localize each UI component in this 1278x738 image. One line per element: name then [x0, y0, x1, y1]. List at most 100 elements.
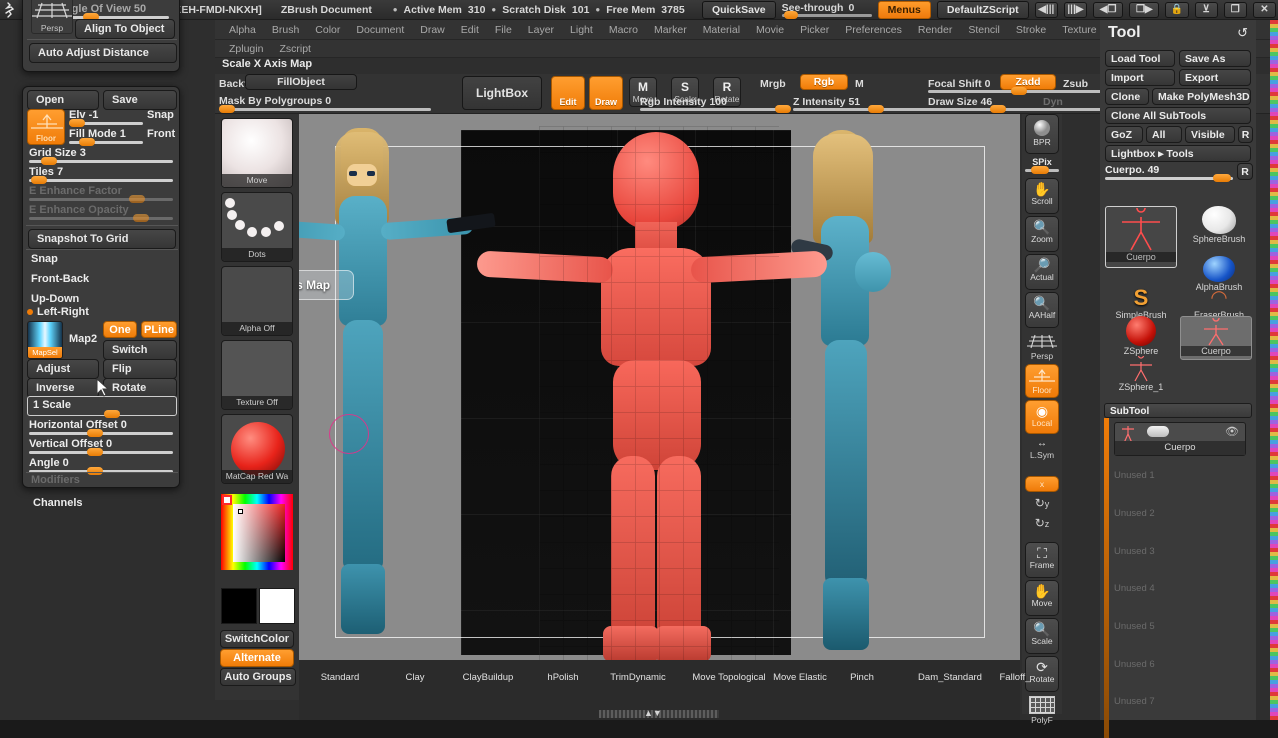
color-picker-handle[interactable] — [222, 495, 232, 505]
fill-mode-knob[interactable] — [79, 138, 95, 146]
eraserbrush-tool-slot[interactable]: ◠ EraserBrush — [1186, 286, 1252, 320]
prev-window-icon[interactable]: ◀❐ — [1092, 1, 1124, 18]
rgb-intensity-track[interactable] — [640, 108, 788, 111]
zscript-button[interactable]: DefaultZScript — [936, 0, 1029, 19]
open-button[interactable]: Open — [27, 90, 99, 110]
menus-button[interactable]: Menus — [877, 0, 931, 19]
rgb-button[interactable]: Rgb — [800, 74, 848, 90]
elv-track[interactable] — [69, 119, 143, 127]
subtool-item-1[interactable]: Unused 1 — [1114, 470, 1244, 481]
mrgb-button[interactable]: Mrgb — [760, 78, 786, 90]
brush-claybuildup[interactable]: ClayBuildup — [449, 672, 527, 683]
vertical-offset-track[interactable] — [29, 448, 173, 456]
inverse-button[interactable]: Inverse — [27, 378, 99, 398]
switch-button[interactable]: Switch — [103, 340, 177, 360]
viewport-canvas[interactable]: Scale X Axis Map — [299, 114, 1020, 660]
left-right-header[interactable]: Left-Right — [37, 306, 89, 318]
subtool-scrollbar[interactable] — [1104, 418, 1109, 738]
canvas-scroll-arrows-icon[interactable]: ▲▼ — [644, 708, 662, 718]
draw-size-knob[interactable] — [990, 105, 1006, 113]
export-button[interactable]: Export — [1179, 69, 1251, 86]
goz-button[interactable]: GoZ — [1105, 126, 1143, 143]
save-button[interactable]: Save — [103, 90, 177, 110]
menu-macro[interactable]: Macro — [601, 24, 646, 36]
mask-by-polygroups-track[interactable] — [219, 108, 431, 111]
visible-button[interactable]: Visible — [1185, 126, 1235, 143]
panel-resize-stripe[interactable] — [1270, 20, 1278, 720]
m-button[interactable]: M — [855, 78, 864, 90]
prev-items-icon[interactable]: ◀||| — [1034, 1, 1058, 18]
subtool-item-7[interactable]: Unused 7 — [1114, 696, 1244, 707]
elv-knob[interactable] — [69, 119, 85, 127]
subtool-item-4[interactable]: Unused 4 — [1114, 583, 1244, 594]
brush-falloff[interactable]: Falloff_ — [980, 672, 1050, 683]
flip-button[interactable]: Flip — [103, 359, 177, 379]
alternate-button[interactable]: Alternate — [220, 649, 294, 667]
auto-adjust-distance-button[interactable]: Auto Adjust Distance — [29, 43, 177, 63]
zsphere-tool-slot[interactable]: ZSphere — [1105, 316, 1177, 356]
brush-hpolish[interactable]: hPolish — [524, 672, 602, 683]
angle-knob[interactable] — [87, 467, 103, 475]
switchcolor-button[interactable]: SwitchColor — [220, 630, 294, 648]
zsym-button[interactable]: ↻z — [1025, 516, 1059, 530]
simplebrush-tool-slot[interactable]: S SimpleBrush — [1105, 286, 1177, 321]
aahalf-button[interactable]: 🔍 AAHalf — [1025, 292, 1059, 328]
zadd-button[interactable]: Zadd — [1000, 74, 1056, 90]
floor-grid-button[interactable]: Floor — [27, 109, 65, 145]
next-items-icon[interactable]: |||▶ — [1063, 1, 1087, 18]
z-intensity-knob[interactable] — [868, 105, 884, 113]
scroll-button[interactable]: ✋ Scroll — [1025, 178, 1059, 214]
grid-size-knob[interactable] — [41, 157, 57, 165]
persp-toggle-button[interactable]: Persp — [31, 0, 73, 34]
xsym-button[interactable]: x — [1025, 476, 1059, 492]
current-brush-swatch[interactable]: Move — [221, 118, 293, 188]
front-toggle[interactable]: Front — [147, 128, 175, 140]
restore-icon[interactable]: ❐ — [1223, 1, 1247, 18]
scale-slider-field[interactable]: 1 Scale — [27, 396, 177, 418]
see-through-slider[interactable]: See-through 0 — [781, 2, 872, 19]
current-alpha-swatch[interactable]: Alpha Off — [221, 266, 293, 336]
brush-standard[interactable]: Standard — [301, 672, 379, 683]
focal-shift-knob[interactable] — [1011, 87, 1027, 95]
draw-size-track[interactable] — [928, 108, 1108, 111]
menu-stroke[interactable]: Stroke — [1008, 24, 1054, 36]
ysym-button[interactable]: ↻y — [1025, 496, 1059, 510]
menu-render[interactable]: Render — [910, 24, 960, 36]
menu-draw[interactable]: Draw — [412, 24, 453, 36]
close-icon[interactable]: ✕ — [1252, 1, 1277, 18]
menu-edit[interactable]: Edit — [453, 24, 487, 36]
save-as-button[interactable]: Save As — [1179, 50, 1251, 67]
minimize-icon[interactable]: ⊻ — [1194, 1, 1218, 18]
subtool-visibility-icon[interactable]: 👁 — [1225, 425, 1239, 438]
brush-pinch[interactable]: Pinch — [823, 672, 901, 683]
floor-button-right[interactable]: Floor — [1025, 364, 1059, 398]
goz-r-button[interactable]: R — [1238, 126, 1253, 143]
one-button[interactable]: One — [103, 321, 137, 338]
menu-brush[interactable]: Brush — [264, 24, 307, 36]
modifiers-header[interactable]: Modifiers — [31, 474, 80, 486]
tool-item-slider[interactable]: Cuerpo. 49 — [1105, 164, 1235, 182]
snapshot-to-grid-button[interactable]: Snapshot To Grid — [28, 229, 176, 249]
subtool-header[interactable]: SubTool — [1104, 403, 1252, 418]
lightbox-button[interactable]: LightBox — [462, 76, 542, 110]
zsub-button[interactable]: Zsub — [1063, 78, 1088, 90]
lightbox-tools-button[interactable]: Lightbox ▸ Tools — [1105, 145, 1251, 162]
subtool-item-2[interactable]: Unused 2 — [1114, 508, 1244, 519]
subtool-eye-toggle-icon[interactable] — [1147, 426, 1169, 437]
snap-section-header[interactable]: Snap — [31, 253, 58, 265]
spherebrush-tool-slot[interactable]: SphereBrush — [1186, 206, 1252, 244]
edit-button[interactable]: Edit — [551, 76, 585, 110]
map-thumbnail[interactable]: MapSel — [27, 321, 63, 359]
cuerpo2-tool-slot[interactable]: Cuerpo — [1180, 316, 1252, 360]
spix-knob[interactable] — [1031, 166, 1049, 174]
horizontal-offset-track[interactable] — [29, 429, 173, 437]
menu-color[interactable]: Color — [307, 24, 348, 36]
menu-zscript[interactable]: Zscript — [271, 43, 319, 55]
actual-button[interactable]: 🔎 Actual — [1025, 254, 1059, 290]
front-back-header[interactable]: Front-Back — [31, 273, 89, 285]
move-button-right[interactable]: ✋ Move — [1025, 580, 1059, 616]
menu-file[interactable]: File — [487, 24, 520, 36]
menu-marker[interactable]: Marker — [646, 24, 695, 36]
lsym-button[interactable]: ↔ L.Sym — [1025, 438, 1059, 461]
draw-button[interactable]: Draw — [589, 76, 623, 110]
